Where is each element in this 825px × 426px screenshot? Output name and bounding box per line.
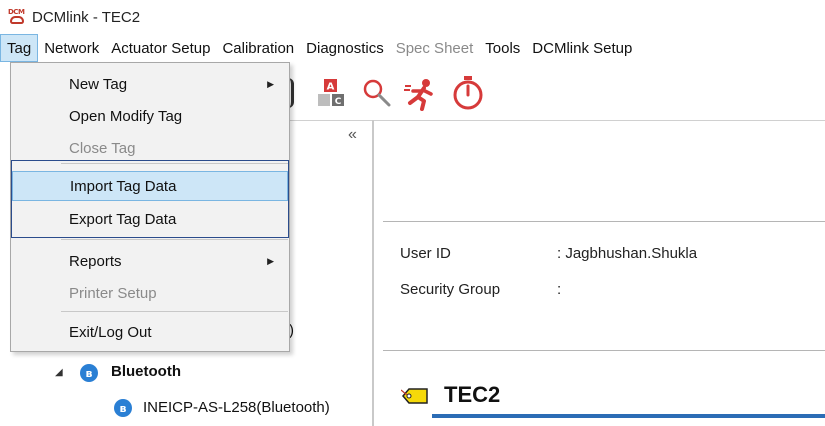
menu-tag[interactable]: Tag <box>0 34 39 62</box>
security-group-value: : <box>557 281 562 298</box>
divider-top <box>383 221 825 222</box>
collapse-pane-button[interactable]: « <box>348 126 357 144</box>
menu-bar: Tag Network Actuator Setup Calibration D… <box>0 34 825 62</box>
right-pane-top-border <box>374 120 825 121</box>
tag-heading-underline <box>432 414 825 418</box>
menu-item-close-tag[interactable]: Close Tag <box>12 133 288 163</box>
bluetooth-icon: ʙ <box>80 364 98 382</box>
menu-item-reports[interactable]: Reports ▶ <box>12 246 288 276</box>
menu-calibration[interactable]: Calibration <box>216 34 300 62</box>
tree-item-device[interactable]: INEICP-AS-L258(Bluetooth) <box>143 399 330 416</box>
divider-bottom <box>383 350 825 351</box>
menu-item-open-modify-tag[interactable]: Open Modify Tag <box>12 101 288 131</box>
menu-item-printer-setup-label: Printer Setup <box>69 284 157 302</box>
menu-separator <box>61 311 288 312</box>
menu-diagnostics[interactable]: Diagnostics <box>300 34 390 62</box>
tag-icon <box>400 387 429 405</box>
security-group-label: Security Group <box>400 281 501 298</box>
menu-dcmlink-setup[interactable]: DCMlink Setup <box>526 34 638 62</box>
left-pane-header <box>283 120 373 150</box>
svg-text:C: C <box>335 97 342 107</box>
menu-item-reports-label: Reports <box>69 252 122 270</box>
menu-item-close-tag-label: Close Tag <box>69 139 136 157</box>
user-id-value: : Jagbhushan.Shukla <box>557 245 698 262</box>
menu-separator <box>61 239 288 240</box>
menu-spec-sheet[interactable]: Spec Sheet <box>390 34 480 62</box>
running-man-icon[interactable] <box>404 77 438 111</box>
tree-item-bluetooth[interactable]: Bluetooth <box>111 363 181 380</box>
menu-tools[interactable]: Tools <box>479 34 526 62</box>
submenu-arrow-icon: ▶ <box>267 78 274 89</box>
expand-arrow-icon[interactable]: ◢ <box>55 367 63 378</box>
app-logo-text: DCM <box>8 8 25 16</box>
menu-item-open-modify-tag-label: Open Modify Tag <box>69 107 183 125</box>
app-logo-icon: DCM <box>8 8 26 26</box>
window-title: DCMlink - TEC2 <box>32 8 141 26</box>
stopwatch-icon[interactable] <box>452 76 484 110</box>
title-bar: DCM DCMlink - TEC2 <box>0 0 825 34</box>
menu-item-exit-log-out-label: Exit/Log Out <box>69 323 152 341</box>
submenu-arrow-icon: ▶ <box>267 255 274 266</box>
tag-ab-icon[interactable]: A C <box>316 77 348 109</box>
svg-text:A: A <box>327 82 335 93</box>
selection-focus-box <box>11 160 289 238</box>
menu-item-printer-setup[interactable]: Printer Setup <box>12 278 288 308</box>
pane-splitter[interactable] <box>372 120 374 426</box>
menu-network[interactable]: Network <box>38 34 105 62</box>
menu-item-new-tag-label: New Tag <box>69 75 128 93</box>
tag-heading: TEC2 <box>444 382 501 407</box>
bluetooth-device-icon: ʙ <box>114 399 132 417</box>
menu-item-new-tag[interactable]: New Tag ▶ <box>12 69 288 99</box>
search-icon[interactable] <box>361 77 393 109</box>
menu-actuator-setup[interactable]: Actuator Setup <box>105 34 216 62</box>
user-id-label: User ID <box>400 245 451 262</box>
menu-item-exit-log-out[interactable]: Exit/Log Out <box>12 317 288 347</box>
